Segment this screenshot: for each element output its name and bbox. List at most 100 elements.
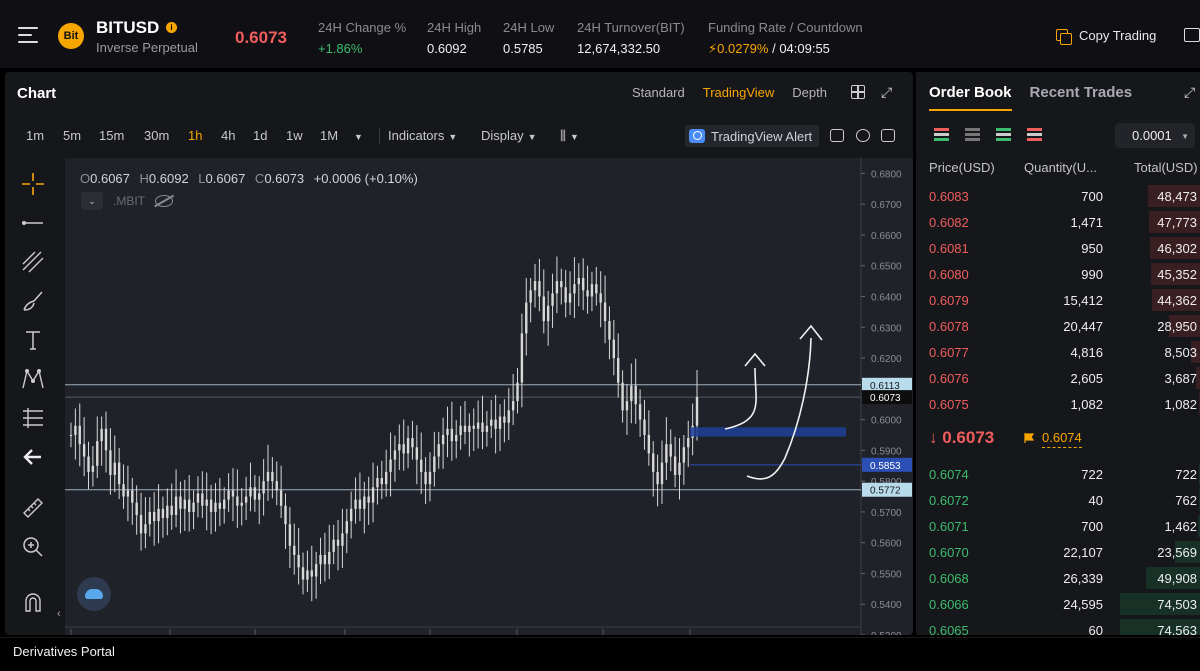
candle-body <box>332 539 335 552</box>
ask-row[interactable]: 0.6077 4,816 8,503 <box>916 341 1200 363</box>
bid-row[interactable]: 0.6065 60 74,563 <box>916 619 1200 635</box>
view-columns-icon[interactable] <box>965 128 980 141</box>
candle-body <box>468 425 471 432</box>
ask-qty: 700 <box>1081 189 1103 204</box>
stat-funding[interactable]: Funding Rate / Countdown ⚡0.0279% / 04:0… <box>708 20 863 57</box>
ask-row[interactable]: 0.6075 1,082 1,082 <box>916 393 1200 415</box>
tab-order-book[interactable]: Order Book <box>929 84 1012 111</box>
collapse-legend-chevron-icon[interactable]: ⌄ <box>81 192 103 210</box>
ask-row[interactable]: 0.6076 2,605 3,687 <box>916 367 1200 389</box>
ask-row[interactable]: 0.6083 700 48,473 <box>916 185 1200 207</box>
grid-layout-icon[interactable] <box>851 85 865 99</box>
view-both-icon[interactable] <box>934 128 949 141</box>
bid-row[interactable]: 0.6071 700 1,462 <box>916 515 1200 537</box>
fib-tool-icon[interactable] <box>19 248 47 276</box>
interval-1w[interactable]: 1w <box>286 128 303 143</box>
bid-price: 0.6068 <box>929 571 969 586</box>
candle-body <box>494 419 497 429</box>
back-arrow-icon[interactable] <box>19 443 47 471</box>
footer-bar: Derivatives Portal <box>0 637 1200 671</box>
collapse-toolbar-chevron-icon[interactable]: ‹ <box>57 608 61 620</box>
column-total: Total(USD) <box>1134 160 1198 175</box>
stat-24h-turnover: 24H Turnover(BIT) 12,674,332.50 <box>577 20 685 56</box>
interval-1h[interactable]: 1h <box>188 128 202 143</box>
bid-row[interactable]: 0.6074 722 722 <box>916 463 1200 485</box>
stat-label: 24H Low <box>503 20 555 35</box>
interval-30m[interactable]: 30m <box>144 128 169 143</box>
stat-value: ⚡0.0279% / 04:09:55 <box>708 41 863 57</box>
interval-1d[interactable]: 1d <box>253 128 267 143</box>
info-icon[interactable]: i <box>166 22 177 33</box>
candle-body <box>231 490 235 497</box>
bid-row[interactable]: 0.6068 26,339 49,908 <box>916 567 1200 589</box>
candle-type-dropdown[interactable]: ⫼ ▼ <box>560 128 579 144</box>
candle-body <box>546 305 550 322</box>
hamburger-menu-icon[interactable] <box>18 27 38 43</box>
ask-row[interactable]: 0.6082 1,471 47,773 <box>916 211 1200 233</box>
bid-price: 0.6071 <box>929 519 969 534</box>
hide-eye-icon[interactable] <box>155 195 173 207</box>
crosshair-icon[interactable] <box>19 170 47 198</box>
bid-row[interactable]: 0.6070 22,107 23,569 <box>916 541 1200 563</box>
bid-total: 74,563 <box>1157 623 1197 635</box>
tradingview-alert-button[interactable]: TradingView Alert <box>685 125 820 147</box>
view-asks-icon[interactable] <box>1027 128 1042 141</box>
magnet-icon[interactable] <box>19 588 47 616</box>
trend-line-icon[interactable] <box>19 209 47 237</box>
interval-1M[interactable]: 1M <box>320 128 338 143</box>
price-tick-label: 0.6300 <box>871 323 902 334</box>
price-chart[interactable]: 0.6800 0.6700 0.6600 0.6500 0.6400 0.6300 0.62… <box>57 158 913 635</box>
price-tick-label: 0.6500 <box>871 262 902 273</box>
brush-icon[interactable] <box>19 287 47 315</box>
candle-body <box>564 287 567 303</box>
text-tool-icon[interactable] <box>19 326 47 354</box>
camera-icon[interactable] <box>830 129 844 142</box>
price-tick-label: 0.6800 <box>871 169 902 180</box>
column-quantity: Quantity(U... <box>1024 160 1097 175</box>
interval-5m[interactable]: 5m <box>63 128 81 143</box>
close-value: 0.6073 <box>264 171 305 186</box>
interval-1m[interactable]: 1m <box>26 128 44 143</box>
candle-body <box>463 425 467 432</box>
copy-trading-button[interactable]: Copy Trading <box>1056 28 1156 45</box>
close-label: C <box>254 171 265 186</box>
stat-24h-change: 24H Change % +1.86% <box>318 20 406 56</box>
tab-recent-trades[interactable]: Recent Trades <box>1030 84 1133 111</box>
order-book-expand-icon[interactable]: ⤢ <box>1184 84 1195 101</box>
interval-4h[interactable]: 4h <box>221 128 235 143</box>
bid-row[interactable]: 0.6066 24,595 74,503 <box>916 593 1200 615</box>
display-dropdown[interactable]: Display ▼ <box>481 128 537 143</box>
precision-select[interactable]: 0.0001 ▼ <box>1115 123 1195 148</box>
prediction-tool-icon[interactable] <box>19 404 47 432</box>
candlestick-chart-svg[interactable]: 0.6800 0.6700 0.6600 0.6500 0.6400 0.6300 0.62… <box>65 158 913 635</box>
candle-body <box>621 382 624 411</box>
fullscreen-icon[interactable]: ⤢ <box>881 84 892 101</box>
layout-icon[interactable] <box>1184 28 1200 42</box>
tradingview-cloud-logo[interactable] <box>77 577 111 611</box>
view-bids-icon[interactable] <box>996 128 1011 141</box>
chart-fullscreen-icon[interactable] <box>881 129 895 142</box>
bid-qty: 26,339 <box>1063 571 1103 586</box>
interval-15m[interactable]: 15m <box>99 128 124 143</box>
candle-body <box>135 502 138 515</box>
tab-depth[interactable]: Depth <box>792 85 827 100</box>
indicators-dropdown[interactable]: Indicators ▼ <box>388 128 457 143</box>
candle-body <box>104 428 108 451</box>
stat-value: 0.6092 <box>427 41 467 56</box>
symbol-name[interactable]: BITUSD <box>96 18 159 38</box>
mark-price[interactable]: 0.6074 <box>1042 430 1082 448</box>
derivatives-portal-link[interactable]: Derivatives Portal <box>13 644 115 659</box>
ask-row[interactable]: 0.6080 990 45,352 <box>916 263 1200 285</box>
ask-row[interactable]: 0.6079 15,412 44,362 <box>916 289 1200 311</box>
more-intervals-chevron-icon[interactable]: ▼ <box>350 128 363 143</box>
settings-gear-icon[interactable] <box>856 129 870 142</box>
bid-row[interactable]: 0.6072 40 762 <box>916 489 1200 511</box>
candle-body <box>227 490 230 500</box>
pattern-tool-icon[interactable] <box>19 365 47 393</box>
ask-row[interactable]: 0.6081 950 46,302 <box>916 237 1200 259</box>
ask-row[interactable]: 0.6078 20,447 28,950 <box>916 315 1200 337</box>
zoom-in-icon[interactable] <box>19 533 47 561</box>
tab-tradingview[interactable]: TradingView <box>703 85 775 100</box>
ruler-icon[interactable] <box>19 494 47 522</box>
tab-standard[interactable]: Standard <box>632 85 685 100</box>
